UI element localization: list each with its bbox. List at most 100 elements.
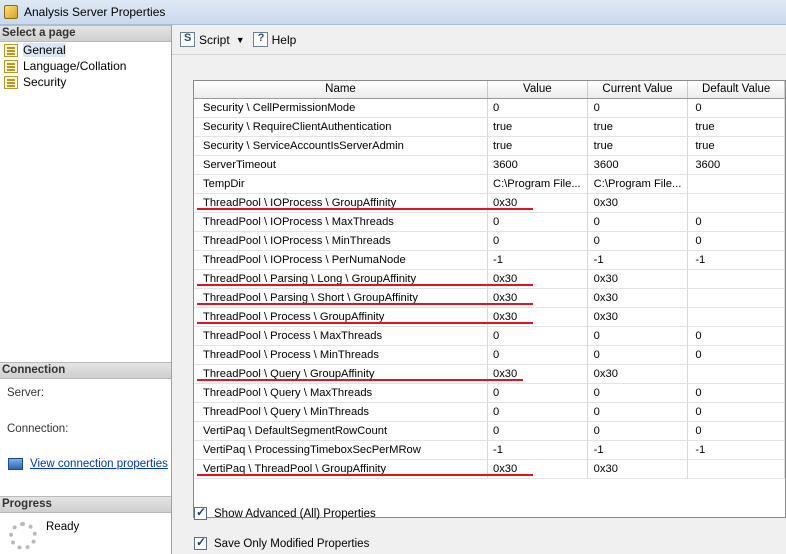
cell-name: ThreadPool \ Query \ MaxThreads bbox=[194, 384, 488, 402]
connection-icon bbox=[8, 458, 23, 470]
page-icon bbox=[4, 43, 18, 57]
cell-current-value: 0x30 bbox=[588, 270, 689, 288]
table-row[interactable]: ThreadPool \ Process \ GroupAffinity 0x30… bbox=[194, 308, 785, 327]
window-title: Analysis Server Properties bbox=[24, 5, 166, 19]
table-row[interactable]: ThreadPool \ Process \ MinThreads 0 0 0 bbox=[194, 346, 785, 365]
table-row[interactable]: ThreadPool \ IOProcess \ PerNumaNode -1 -1… bbox=[194, 251, 785, 270]
cell-value[interactable]: 0 bbox=[488, 403, 588, 421]
cell-value[interactable]: 0 bbox=[488, 99, 588, 117]
cell-name: ThreadPool \ IOProcess \ PerNumaNode bbox=[194, 251, 488, 269]
cell-value[interactable]: 0 bbox=[488, 384, 588, 402]
annotation-underline bbox=[197, 208, 533, 210]
cell-name: Security \ RequireClientAuthentication bbox=[194, 118, 488, 136]
cell-default-value: 0 bbox=[688, 327, 785, 345]
grid-header: Name Value Current Value Default Value bbox=[194, 81, 785, 99]
table-row[interactable]: ThreadPool \ Process \ MaxThreads 0 0 0 bbox=[194, 327, 785, 346]
connection-label: Connection: bbox=[7, 423, 69, 435]
script-dropdown-icon[interactable]: ▼ bbox=[236, 35, 245, 45]
checkbox-checked-icon bbox=[194, 535, 207, 550]
table-row[interactable]: ThreadPool \ Query \ GroupAffinity 0x30 0x… bbox=[194, 365, 785, 384]
right-pane: Script ▼ Help Name Value Current Value D… bbox=[172, 25, 786, 554]
view-connection-properties-link[interactable]: View connection properties bbox=[8, 458, 168, 470]
cell-current-value: -1 bbox=[588, 441, 689, 459]
cell-value[interactable]: -1 bbox=[488, 251, 588, 269]
save-only-modified-label: Save Only Modified Properties bbox=[214, 537, 370, 550]
table-row[interactable]: VertiPaq \ ProcessingTimeboxSecPerMRow -1… bbox=[194, 441, 785, 460]
table-row[interactable]: Security \ ServiceAccountIsServerAdmin tr… bbox=[194, 137, 785, 156]
page-item-security[interactable]: Security bbox=[4, 74, 66, 90]
cell-default-value: 0 bbox=[688, 232, 785, 250]
table-row[interactable]: ThreadPool \ IOProcess \ MinThreads 0 0 0 bbox=[194, 232, 785, 251]
page-item-label: Security bbox=[23, 75, 67, 89]
table-row[interactable]: ThreadPool \ IOProcess \ GroupAffinity 0x… bbox=[194, 194, 785, 213]
cell-value[interactable]: 3600 bbox=[488, 156, 588, 174]
cell-current-value: true bbox=[588, 137, 689, 155]
script-label: Script bbox=[199, 32, 230, 47]
cell-current-value: 0 bbox=[588, 327, 689, 345]
view-connection-link-label: View connection properties bbox=[30, 458, 168, 470]
properties-grid[interactable]: Name Value Current Value Default Value S… bbox=[193, 80, 786, 518]
cell-default-value: 3600 bbox=[688, 156, 785, 174]
cell-current-value: C:\Program File... bbox=[588, 175, 689, 193]
table-row[interactable]: ThreadPool \ Parsing \ Long \ GroupAffin… bbox=[194, 270, 785, 289]
cell-name: Security \ CellPermissionMode bbox=[194, 99, 488, 117]
cell-value[interactable]: 0 bbox=[488, 422, 588, 440]
cell-default-value: 0 bbox=[688, 99, 785, 117]
cell-value[interactable]: true bbox=[488, 118, 588, 136]
page-item-general[interactable]: General bbox=[4, 42, 66, 58]
cell-value[interactable]: -1 bbox=[488, 441, 588, 459]
toolbar: Script ▼ Help bbox=[172, 25, 786, 55]
help-label: Help bbox=[271, 32, 297, 47]
table-row[interactable]: Security \ CellPermissionMode 0 0 0 bbox=[194, 99, 785, 118]
table-row[interactable]: TempDir C:\Program File... C:\Program File… bbox=[194, 175, 785, 194]
cell-default-value: 0 bbox=[688, 213, 785, 231]
annotation-underline bbox=[197, 303, 533, 305]
cell-value[interactable]: 0 bbox=[488, 327, 588, 345]
table-row[interactable]: ThreadPool \ Parsing \ Short \ GroupAffi… bbox=[194, 289, 785, 308]
cell-value[interactable]: 0 bbox=[488, 232, 588, 250]
cell-value[interactable]: 0 bbox=[488, 213, 588, 231]
cell-current-value: 0 bbox=[588, 346, 689, 364]
table-row[interactable]: ServerTimeout 3600 3600 3600 bbox=[194, 156, 785, 175]
cell-name: VertiPaq \ ProcessingTimeboxSecPerMRow bbox=[194, 441, 488, 459]
annotation-underline bbox=[197, 322, 533, 324]
cell-current-value: 0 bbox=[588, 232, 689, 250]
table-row[interactable]: ThreadPool \ Query \ MaxThreads 0 0 0 bbox=[194, 384, 785, 403]
cell-current-value: 0x30 bbox=[588, 194, 689, 212]
grid-body: Security \ CellPermissionMode 0 0 0 Security… bbox=[194, 99, 785, 479]
table-row[interactable]: VertiPaq \ ThreadPool \ GroupAffinity 0x3… bbox=[194, 460, 785, 479]
cell-value[interactable]: true bbox=[488, 137, 588, 155]
script-button[interactable]: Script bbox=[180, 32, 230, 47]
column-header-current-value[interactable]: Current Value bbox=[588, 81, 689, 98]
page-item-language-collation[interactable]: Language/Collation bbox=[4, 58, 126, 74]
column-header-name[interactable]: Name bbox=[194, 81, 488, 98]
select-page-header: Select a page bbox=[0, 25, 171, 42]
table-row[interactable]: Security \ RequireClientAuthentication tr… bbox=[194, 118, 785, 137]
cell-name: ThreadPool \ Query \ MinThreads bbox=[194, 403, 488, 421]
help-button[interactable]: Help bbox=[252, 32, 297, 47]
cell-default-value: -1 bbox=[688, 251, 785, 269]
save-only-modified-checkbox[interactable]: Save Only Modified Properties bbox=[194, 535, 370, 550]
cell-default-value: true bbox=[688, 118, 785, 136]
cell-current-value: 0 bbox=[588, 213, 689, 231]
cell-value[interactable]: 0 bbox=[488, 346, 588, 364]
annotation-underline bbox=[197, 474, 533, 476]
checkbox-checked-icon bbox=[194, 505, 207, 520]
table-row[interactable]: VertiPaq \ DefaultSegmentRowCount 0 0 0 bbox=[194, 422, 785, 441]
column-header-value[interactable]: Value bbox=[488, 81, 588, 98]
cell-default-value bbox=[688, 270, 785, 288]
script-icon bbox=[180, 32, 195, 47]
show-advanced-checkbox[interactable]: Show Advanced (All) Properties bbox=[194, 505, 376, 520]
cell-value[interactable]: C:\Program File... bbox=[488, 175, 588, 193]
app-icon bbox=[4, 5, 18, 19]
cell-current-value: true bbox=[588, 118, 689, 136]
annotation-underline bbox=[197, 379, 523, 381]
table-row[interactable]: ThreadPool \ IOProcess \ MaxThreads 0 0 0 bbox=[194, 213, 785, 232]
page-item-label: Language/Collation bbox=[23, 59, 127, 73]
cell-current-value: 3600 bbox=[588, 156, 689, 174]
connection-header: Connection bbox=[0, 362, 171, 379]
column-header-default-value[interactable]: Default Value bbox=[688, 81, 785, 98]
progress-header: Progress bbox=[0, 496, 171, 513]
cell-current-value: -1 bbox=[588, 251, 689, 269]
table-row[interactable]: ThreadPool \ Query \ MinThreads 0 0 0 bbox=[194, 403, 785, 422]
